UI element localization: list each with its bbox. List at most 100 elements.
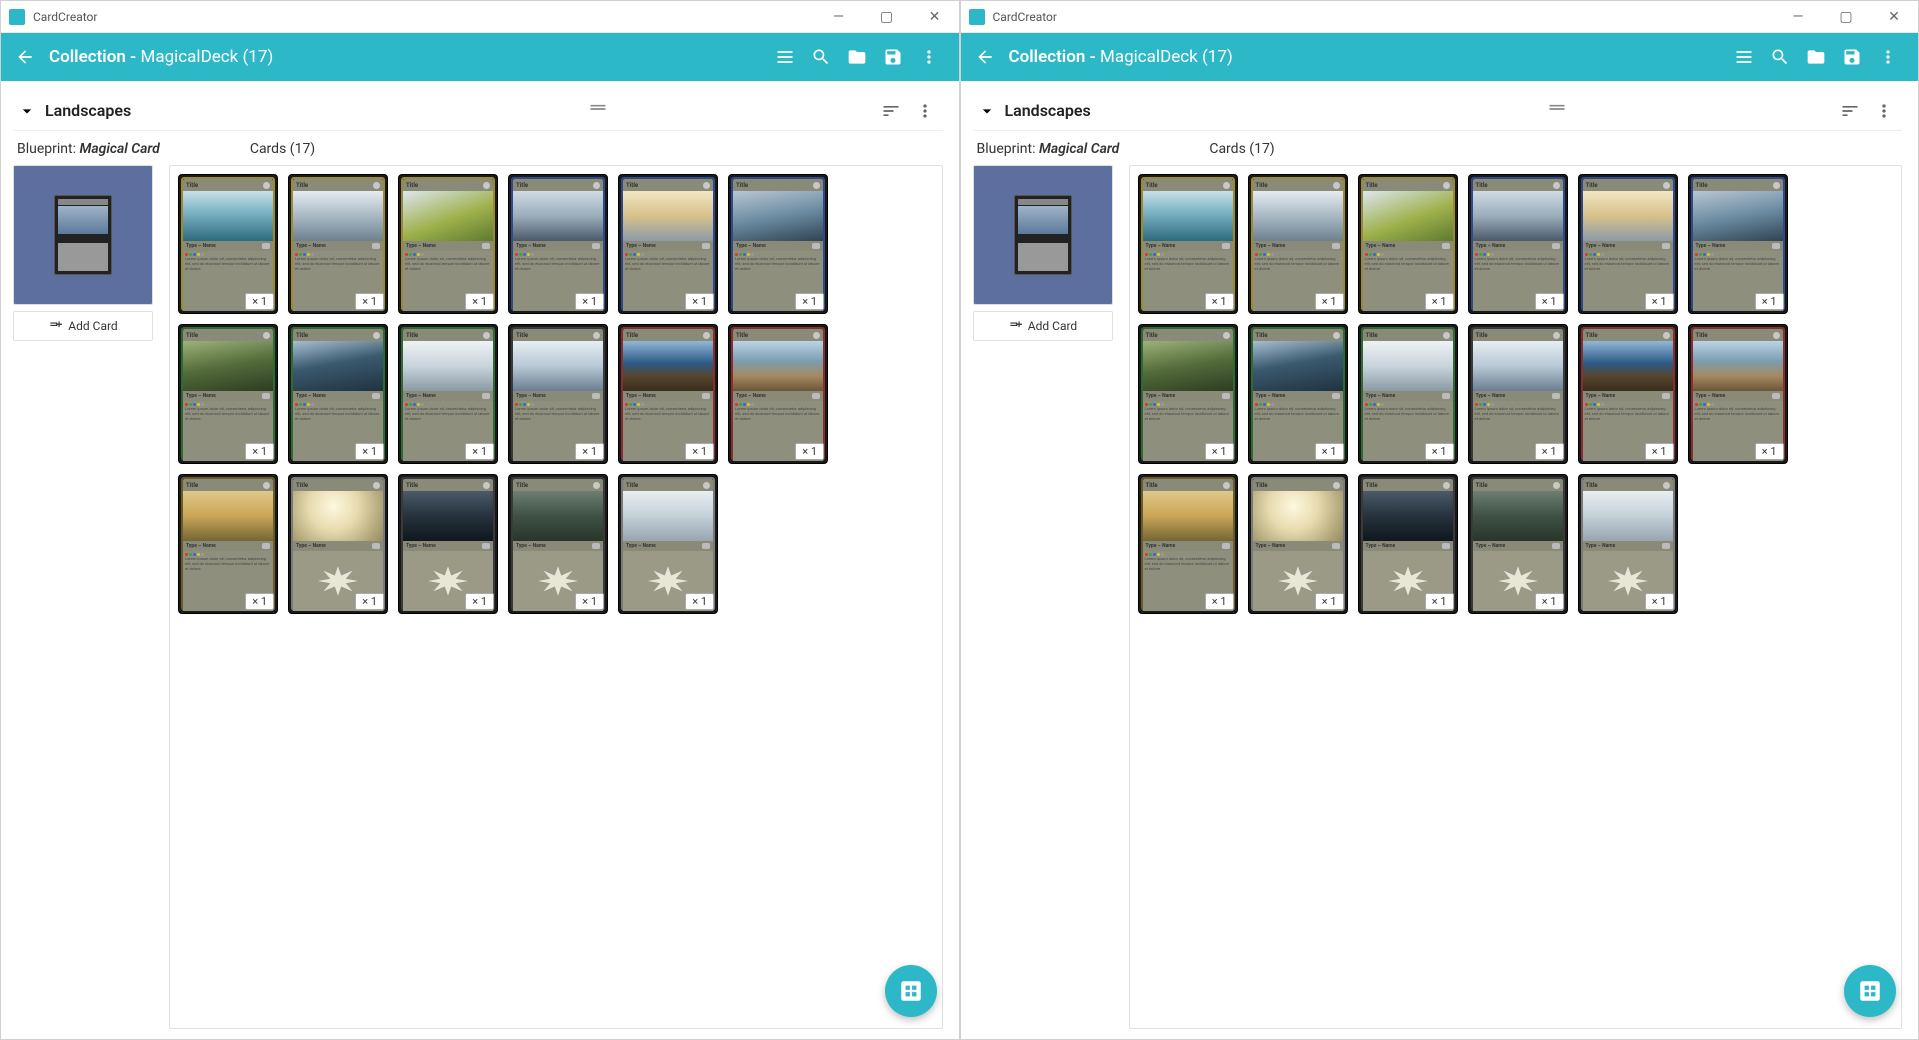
card-art xyxy=(403,341,493,391)
card-item[interactable]: TitleType – Name× 1 xyxy=(288,474,388,614)
mana-orb-icon xyxy=(703,482,710,489)
card-item[interactable]: TitleType – NameLorem ipsum dolor sit, c… xyxy=(178,174,278,314)
chevron-down-icon[interactable] xyxy=(977,101,997,121)
card-item[interactable]: TitleType – Name× 1 xyxy=(618,474,718,614)
title-bar: CardCreator—▢✕ xyxy=(961,1,1919,33)
card-item[interactable]: TitleType – NameLorem ipsum dolor sit, c… xyxy=(508,324,608,464)
sort-icon[interactable] xyxy=(877,97,905,125)
card-item[interactable]: TitleType – NameLorem ipsum dolor sit, c… xyxy=(398,324,498,464)
card-item[interactable]: TitleType – NameLorem ipsum dolor sit, c… xyxy=(1688,174,1788,314)
window-close-button[interactable]: ✕ xyxy=(1878,5,1910,29)
window-close-button[interactable]: ✕ xyxy=(919,5,951,29)
card-item[interactable]: TitleType – Name× 1 xyxy=(1578,474,1678,614)
card-title-bar: Title xyxy=(1583,179,1673,191)
card-item[interactable]: TitleType – NameLorem ipsum dolor sit, c… xyxy=(1358,174,1458,314)
card-title-bar: Title xyxy=(1363,329,1453,341)
section-menu-icon[interactable] xyxy=(911,97,939,125)
back-button[interactable] xyxy=(973,45,997,69)
app-window-left: CardCreator—▢✕Collection - MagicalDeck (… xyxy=(0,0,960,1040)
card-item[interactable]: TitleType – Name× 1 xyxy=(1358,474,1458,614)
window-min-button[interactable]: — xyxy=(1782,5,1814,29)
card-item[interactable]: TitleType – NameLorem ipsum dolor sit, c… xyxy=(178,474,278,614)
blueprint-label: Blueprint: Magical Card xyxy=(17,141,160,157)
count-badge: × 1 xyxy=(245,593,274,610)
card-item[interactable]: TitleType – NameLorem ipsum dolor sit, c… xyxy=(1468,324,1568,464)
card-type-bar: Type – Name xyxy=(513,391,603,401)
card-item[interactable]: TitleType – NameLorem ipsum dolor sit, c… xyxy=(728,174,828,314)
add-card-button[interactable]: Add Card xyxy=(973,311,1113,341)
card-art xyxy=(1253,491,1343,541)
drag-handle-icon[interactable] xyxy=(1547,99,1567,123)
toolbar-list-icon[interactable] xyxy=(1726,39,1762,75)
card-item[interactable]: TitleType – Name× 1 xyxy=(1248,474,1348,614)
toolbar-save-icon[interactable] xyxy=(875,39,911,75)
card-title-bar: Title xyxy=(1363,179,1453,191)
window-max-button[interactable]: ▢ xyxy=(871,5,903,29)
card-item[interactable]: TitleType – NameLorem ipsum dolor sit, c… xyxy=(1248,324,1348,464)
toolbar-folder-icon[interactable] xyxy=(839,39,875,75)
card-item[interactable]: TitleType – Name× 1 xyxy=(1468,474,1568,614)
card-item[interactable]: TitleType – NameLorem ipsum dolor sit, c… xyxy=(508,174,608,314)
card-item[interactable]: TitleType – NameLorem ipsum dolor sit, c… xyxy=(178,324,278,464)
card-title-bar: Title xyxy=(1473,329,1563,341)
card-title-bar: Title xyxy=(183,329,273,341)
toolbar-menu-icon[interactable] xyxy=(911,39,947,75)
back-button[interactable] xyxy=(13,45,37,69)
card-item[interactable]: TitleType – NameLorem ipsum dolor sit, c… xyxy=(1358,324,1458,464)
toolbar-save-icon[interactable] xyxy=(1834,39,1870,75)
blueprint-preview[interactable] xyxy=(13,165,153,305)
card-art xyxy=(1583,341,1673,391)
card-item[interactable]: TitleType – NameLorem ipsum dolor sit, c… xyxy=(728,324,828,464)
card-item[interactable]: TitleType – NameLorem ipsum dolor sit, c… xyxy=(1138,174,1238,314)
card-item[interactable]: TitleType – NameLorem ipsum dolor sit, c… xyxy=(1578,324,1678,464)
card-title-bar: Title xyxy=(1693,179,1783,191)
card-art xyxy=(1363,491,1453,541)
count-badge: × 1 xyxy=(245,293,274,310)
card-item[interactable]: TitleType – Name× 1 xyxy=(398,474,498,614)
collection-prefix: Collection - xyxy=(1009,47,1096,67)
card-item[interactable]: TitleType – NameLorem ipsum dolor sit, c… xyxy=(288,324,388,464)
card-item[interactable]: TitleType – NameLorem ipsum dolor sit, c… xyxy=(1248,174,1348,314)
card-item[interactable]: TitleType – NameLorem ipsum dolor sit, c… xyxy=(398,174,498,314)
toolbar-search-icon[interactable] xyxy=(1762,39,1798,75)
sort-icon[interactable] xyxy=(1836,97,1864,125)
card-item[interactable]: TitleType – NameLorem ipsum dolor sit, c… xyxy=(1468,174,1568,314)
toolbar-search-icon[interactable] xyxy=(803,39,839,75)
card-type-bar: Type – Name xyxy=(733,391,823,401)
window-max-button[interactable]: ▢ xyxy=(1830,5,1862,29)
count-badge: × 1 xyxy=(1315,443,1344,460)
fab-button[interactable] xyxy=(1844,965,1896,1017)
add-card-button[interactable]: Add Card xyxy=(13,311,153,341)
section-menu-icon[interactable] xyxy=(1870,97,1898,125)
fab-button[interactable] xyxy=(885,965,937,1017)
card-item[interactable]: TitleType – NameLorem ipsum dolor sit, c… xyxy=(1688,324,1788,464)
mana-orb-icon xyxy=(703,332,710,339)
mana-orb-icon xyxy=(593,482,600,489)
card-title-bar: Title xyxy=(733,179,823,191)
toolbar-folder-icon[interactable] xyxy=(1798,39,1834,75)
card-type-bar: Type – Name xyxy=(1363,241,1453,251)
card-item[interactable]: TitleType – NameLorem ipsum dolor sit, c… xyxy=(288,174,388,314)
set-symbol-icon xyxy=(372,543,380,549)
blueprint-preview[interactable] xyxy=(973,165,1113,305)
card-item[interactable]: TitleType – Name× 1 xyxy=(508,474,608,614)
count-badge: × 1 xyxy=(1645,293,1674,310)
toolbar-menu-icon[interactable] xyxy=(1870,39,1906,75)
chevron-down-icon[interactable] xyxy=(17,101,37,121)
window-min-button[interactable]: — xyxy=(823,5,855,29)
card-art xyxy=(623,341,713,391)
card-art xyxy=(733,341,823,391)
card-art xyxy=(1693,341,1783,391)
card-item[interactable]: TitleType – NameLorem ipsum dolor sit, c… xyxy=(1578,174,1678,314)
subheader: Blueprint: Magical CardCards (17) xyxy=(13,139,943,165)
card-title-bar: Title xyxy=(623,179,713,191)
card-item[interactable]: TitleType – NameLorem ipsum dolor sit, c… xyxy=(1138,474,1238,614)
card-item[interactable]: TitleType – NameLorem ipsum dolor sit, c… xyxy=(1138,324,1238,464)
mana-orb-icon xyxy=(813,182,820,189)
toolbar-list-icon[interactable] xyxy=(767,39,803,75)
card-item[interactable]: TitleType – NameLorem ipsum dolor sit, c… xyxy=(618,174,718,314)
card-art xyxy=(513,341,603,391)
card-art xyxy=(1693,191,1783,241)
card-item[interactable]: TitleType – NameLorem ipsum dolor sit, c… xyxy=(618,324,718,464)
drag-handle-icon[interactable] xyxy=(588,99,608,123)
